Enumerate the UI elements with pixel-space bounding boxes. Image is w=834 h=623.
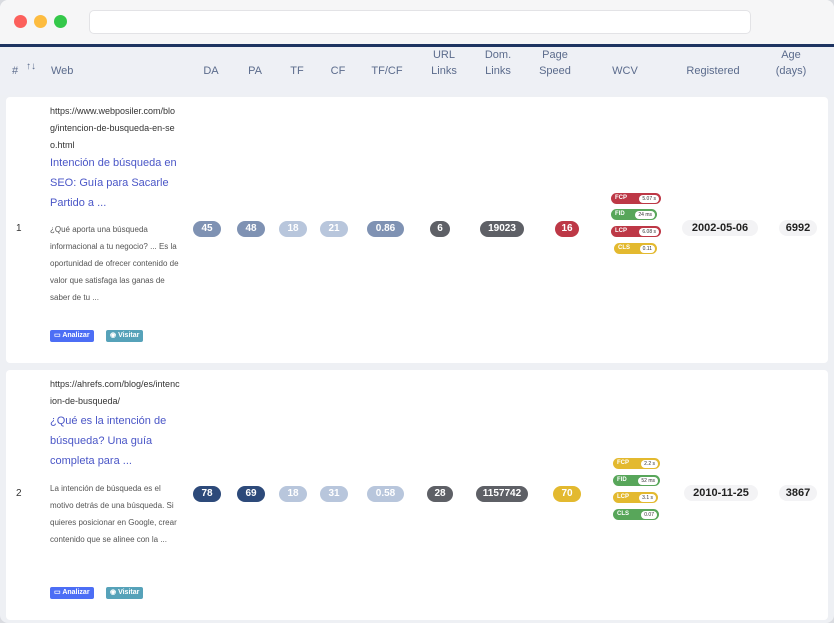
cwv-label: FCP (617, 460, 629, 466)
header-page-speed-line2: Speed (539, 65, 571, 77)
cwv-label: FID (617, 477, 627, 483)
header-url-links[interactable]: URL Links (422, 47, 466, 79)
cwv-value: 0.11 (639, 244, 655, 253)
cwv-value: 24 ms (635, 210, 655, 219)
url-links-badge: 28 (427, 486, 453, 502)
analizar-label: Analizar (62, 332, 90, 339)
header-web[interactable]: Web (51, 63, 73, 79)
cf-badge: 31 (320, 486, 348, 502)
registered-date: 2010-11-25 (684, 485, 758, 501)
header-pa[interactable]: PA (238, 63, 272, 79)
tf-badge: 18 (279, 221, 307, 237)
header-tf[interactable]: TF (280, 63, 314, 79)
tf-badge: 18 (279, 486, 307, 502)
header-tfcf[interactable]: TF/CF (362, 63, 412, 79)
header-cf[interactable]: CF (321, 63, 355, 79)
cwv-value: 6.08 s (639, 227, 659, 236)
header-page-speed-line1: Page (542, 49, 568, 61)
table-header: # ↑↓ Web DA PA TF CF TF/CF URL Links Dom… (0, 47, 834, 95)
header-age[interactable]: Age (days) (770, 47, 812, 79)
address-bar[interactable] (89, 10, 751, 34)
title-bar (0, 0, 834, 44)
dom-links-badge: 19023 (480, 221, 524, 237)
cwv-label: FID (615, 211, 625, 217)
header-age-line2: (days) (775, 65, 807, 77)
cwv-value: 5.07 s (639, 194, 659, 203)
browser-window: # ↑↓ Web DA PA TF CF TF/CF URL Links Dom… (0, 0, 834, 623)
header-wcv[interactable]: WCV (602, 63, 648, 79)
cwv-value: 52 ms (638, 476, 658, 485)
dom-links-badge: 1157742 (476, 486, 528, 502)
cwv-label: LCP (615, 228, 627, 234)
eye-icon: ◉ (110, 332, 119, 339)
tfcf-badge: 0.86 (367, 221, 404, 237)
tfcf-badge: 0.58 (367, 486, 404, 502)
page-speed-badge: 70 (553, 486, 581, 502)
header-url-links-line2: Links (431, 65, 457, 77)
header-dom-links-line2: Links (485, 65, 511, 77)
url-links-badge: 6 (430, 221, 450, 237)
result-title-link[interactable]: ¿Qué es la intención de búsqueda? Una gu… (50, 411, 182, 471)
row-number: 1 (16, 223, 22, 234)
visitar-button[interactable]: ◉ Visitar (106, 587, 144, 599)
header-registered[interactable]: Registered (676, 63, 750, 79)
pa-badge: 69 (237, 486, 265, 502)
pa-badge: 48 (237, 221, 265, 237)
cwv-value: 3.1 s (639, 493, 656, 502)
header-page-speed[interactable]: Page Speed (532, 47, 578, 79)
age-days: 6992 (779, 220, 817, 236)
result-url: https://www.webposiler.com/blog/intencio… (50, 106, 176, 150)
da-badge: 45 (193, 221, 221, 237)
da-badge: 78 (193, 486, 221, 502)
result-description: ¿Qué aporta una búsqueda informacional a… (50, 225, 179, 302)
analizar-button[interactable]: ▭ Analizar (50, 587, 94, 599)
analizar-button[interactable]: ▭ Analizar (50, 330, 94, 342)
result-url: https://ahrefs.com/blog/es/intencion-de-… (50, 379, 180, 406)
row-number: 2 (16, 488, 22, 499)
cwv-fid: FID 24 ms (611, 209, 657, 220)
sort-arrows-icon[interactable]: ↑↓ (26, 61, 36, 72)
page-speed-badge: 16 (555, 221, 579, 237)
eye-icon: ◉ (110, 589, 119, 596)
cwv-lcp: LCP 3.1 s (613, 492, 658, 503)
visitar-button[interactable]: ◉ Visitar (106, 330, 144, 342)
cwv-value: 0.07 (641, 510, 657, 519)
cwv-cls: CLS 0.07 (613, 509, 659, 520)
cwv-cls: CLS 0.11 (614, 243, 657, 254)
header-dom-links-line1: Dom. (484, 49, 512, 61)
result-description: La intención de búsqueda es el motivo de… (50, 484, 177, 544)
header-da[interactable]: DA (194, 63, 228, 79)
registered-date: 2002-05-06 (682, 220, 758, 236)
cwv-label: CLS (617, 511, 629, 517)
visitar-label: Visitar (118, 332, 140, 339)
visitar-label: Visitar (118, 589, 140, 596)
header-dom-links[interactable]: Dom. Links (474, 47, 522, 79)
cwv-label: CLS (618, 245, 630, 251)
analizar-label: Analizar (62, 589, 90, 596)
close-window-button[interactable] (14, 15, 27, 28)
cwv-value: 2.2 s (641, 459, 658, 468)
header-age-line1: Age (781, 49, 801, 61)
header-num: # (12, 65, 19, 77)
minimize-window-button[interactable] (34, 15, 47, 28)
maximize-window-button[interactable] (54, 15, 67, 28)
table-row: 2 https://ahrefs.com/blog/es/intencion-d… (6, 370, 828, 620)
cf-badge: 21 (320, 221, 348, 237)
cwv-label: FCP (615, 195, 627, 201)
result-title-link[interactable]: Intención de búsqueda en SEO: Guía para … (50, 153, 182, 213)
header-url-links-line1: URL (432, 49, 455, 61)
cwv-lcp: LCP 6.08 s (611, 226, 661, 237)
table-row: 1 https://www.webposiler.com/blog/intenc… (6, 97, 828, 363)
cwv-fid: FID 52 ms (613, 475, 660, 486)
cwv-label: LCP (617, 494, 629, 500)
cwv-fcp: FCP 2.2 s (613, 458, 660, 469)
age-days: 3867 (779, 485, 817, 501)
cwv-fcp: FCP 5.07 s (611, 193, 661, 204)
